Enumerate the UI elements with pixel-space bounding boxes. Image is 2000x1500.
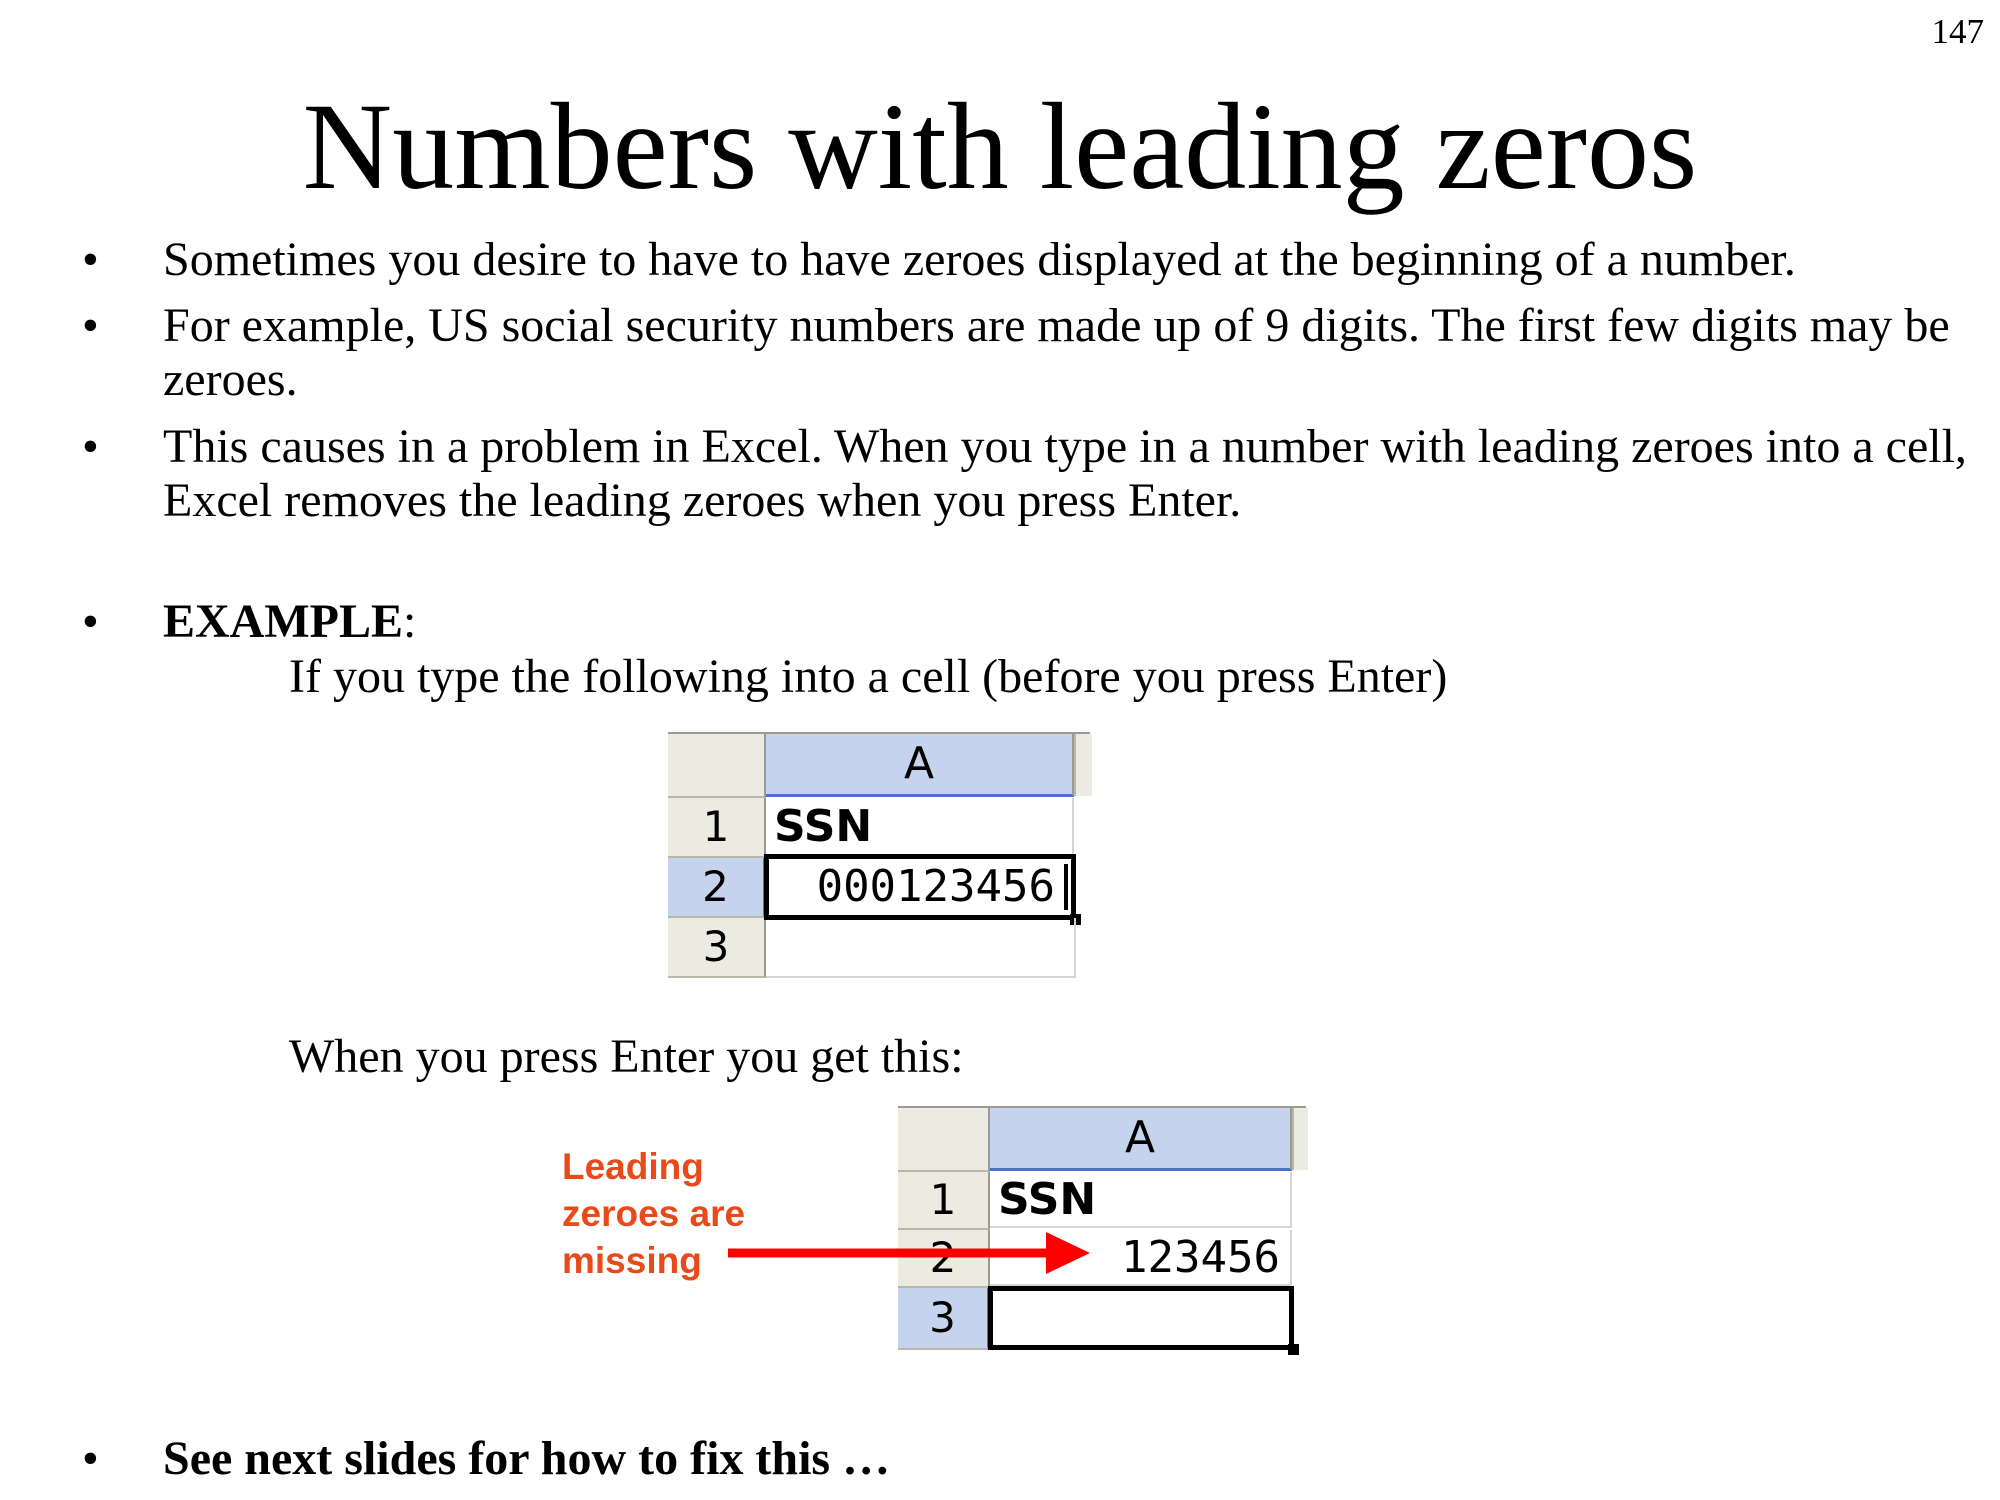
annotation-line-1: Leading: [562, 1146, 704, 1187]
row-header-1[interactable]: 1: [668, 798, 766, 858]
corner-cell: [668, 734, 766, 798]
bullet-marker: •: [82, 1432, 99, 1485]
column-header-next[interactable]: [1074, 734, 1092, 796]
arrow-head: [1046, 1232, 1090, 1274]
example-line-after: When you press Enter you get this:: [289, 1030, 964, 1083]
bullet-text-1: Sometimes you desire to have to have zer…: [163, 233, 1796, 286]
cell-a2-editing[interactable]: 000123456: [764, 854, 1076, 920]
row-header-3[interactable]: 3: [668, 918, 766, 978]
red-arrow-icon: [728, 1232, 1090, 1274]
row-header-1[interactable]: 1: [898, 1172, 990, 1230]
example-heading: EXAMPLE:: [163, 595, 1993, 649]
cell-a3-selected[interactable]: [988, 1286, 1294, 1350]
example-label: EXAMPLE: [163, 595, 403, 648]
bullet-marker: •: [82, 595, 99, 648]
cell-a3[interactable]: [766, 918, 1076, 978]
cell-a1[interactable]: SSN: [766, 798, 1074, 856]
cell-a1[interactable]: SSN: [990, 1172, 1292, 1228]
corner-cell: [898, 1108, 990, 1172]
column-header-next[interactable]: [1292, 1108, 1308, 1170]
fill-handle[interactable]: [1288, 1344, 1299, 1355]
column-header-a[interactable]: A: [990, 1108, 1292, 1171]
bullet-text-2: For example, US social security numbers …: [163, 299, 1950, 406]
row-header-3[interactable]: 3: [898, 1288, 990, 1350]
row-header-2[interactable]: 2: [668, 858, 766, 918]
example-colon: :: [403, 595, 417, 648]
bullet-marker: •: [82, 299, 99, 352]
excel-sheet-before: A 1 2 3 SSN 000123456: [668, 732, 1092, 992]
column-header-a[interactable]: A: [766, 734, 1074, 797]
text-caret: [1064, 864, 1068, 910]
example-line-before: If you type the following into a cell (b…: [289, 650, 1448, 703]
slide-title: Numbers with leading zeros: [302, 78, 1698, 215]
bullet-marker: •: [82, 420, 99, 473]
page-number: 147: [1931, 12, 1985, 51]
bullet-marker: •: [82, 233, 99, 286]
footer-note: See next slides for how to fix this …: [163, 1432, 891, 1485]
bullet-text-3: This causes in a problem in Excel. When …: [163, 420, 1967, 527]
